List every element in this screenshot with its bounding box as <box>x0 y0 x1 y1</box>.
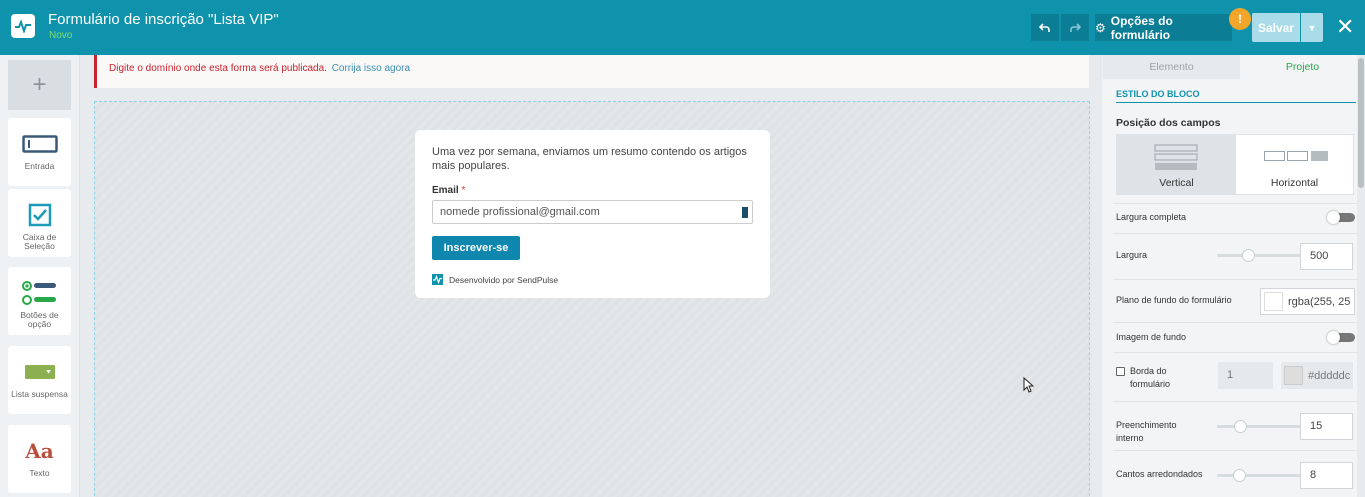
email-label[interactable]: Email * <box>432 185 753 196</box>
width-slider-handle[interactable] <box>1242 249 1255 262</box>
form-description[interactable]: Uma vez por semana, enviamos um resumo c… <box>432 146 753 173</box>
sidebar-item-checkbox[interactable]: Caixa de Seleção <box>8 189 71 257</box>
sidebar-item-label: Entrada <box>24 161 55 171</box>
form-options-label: Opções do formulário <box>1110 13 1173 42</box>
email-label-text: Email <box>432 185 459 196</box>
panel-tabs: Elemento Projeto <box>1103 55 1365 79</box>
panel-scrollbar[interactable] <box>1357 55 1365 497</box>
input-field-icon <box>21 132 58 156</box>
width-input[interactable]: 500 <box>1300 243 1353 270</box>
form-stage[interactable]: Uma vez por semana, enviamos um resumo c… <box>94 101 1090 497</box>
form-preview-card[interactable]: Uma vez por semana, enviamos um resumo c… <box>415 130 770 298</box>
color-swatch[interactable] <box>1264 292 1283 311</box>
redo-button[interactable] <box>1061 14 1089 41</box>
width-slider[interactable] <box>1217 249 1306 262</box>
form-bg-value: rgba(255, 25 <box>1288 295 1351 308</box>
dropdown-list-icon <box>24 360 55 384</box>
warning-icon[interactable]: ! <box>1229 8 1251 30</box>
divider <box>1113 203 1358 204</box>
border-color-input[interactable]: #dddddc <box>1281 362 1353 389</box>
full-width-toggle[interactable] <box>1327 211 1355 224</box>
save-button[interactable]: Salvar <box>1252 13 1300 42</box>
elements-sidebar: + Entrada Caixa de Seleção Botões de opç… <box>0 55 80 497</box>
position-selector: Vertical Horizontal <box>1116 134 1354 195</box>
horizontal-layout-icon <box>1264 151 1328 161</box>
position-horizontal-option[interactable]: Horizontal <box>1236 135 1353 194</box>
border-color-swatch[interactable] <box>1284 366 1303 385</box>
form-canvas: Digite o domínio onde esta forma será pu… <box>80 55 1102 497</box>
bg-image-toggle[interactable] <box>1327 331 1355 344</box>
sidebar-item-label: Lista suspensa <box>11 389 68 399</box>
vertical-layout-icon <box>1154 144 1198 170</box>
add-block-button[interactable]: + <box>8 60 71 110</box>
padding-label: Preenchimento interno <box>1116 420 1177 443</box>
position-vertical-option[interactable]: Vertical <box>1117 135 1236 194</box>
powered-by[interactable]: Desenvolvido por SendPulse <box>432 274 753 285</box>
design-panel: Elemento Projeto ESTILO DO BLOCO Posição… <box>1103 55 1365 497</box>
full-width-label: Largura completa <box>1116 212 1187 222</box>
form-options-button[interactable]: ⚙ Opções do formulário <box>1095 13 1232 42</box>
redo-icon <box>1070 22 1081 32</box>
divider <box>1113 450 1358 451</box>
border-label: Borda do formulário <box>1130 366 1171 389</box>
form-bg-color-input[interactable]: rgba(255, 25 <box>1260 288 1355 315</box>
divider <box>1113 279 1358 280</box>
divider <box>1113 233 1358 234</box>
page-title: Formulário de inscrição "Lista VIP" <box>48 11 279 28</box>
section-title: ESTILO DO BLOCO <box>1116 89 1356 103</box>
close-icon[interactable]: ✕ <box>1336 14 1354 40</box>
border-color-value: #dddddc <box>1308 369 1351 382</box>
sendpulse-mini-logo-icon <box>432 274 443 285</box>
required-mark: * <box>461 185 466 196</box>
autofill-icon <box>742 207 748 218</box>
border-checkbox[interactable] <box>1116 367 1125 376</box>
sidebar-item-input[interactable]: Entrada <box>8 118 71 186</box>
text-icon: Aa <box>25 439 54 463</box>
subscribe-button[interactable]: Inscrever-se <box>432 236 520 260</box>
radius-input[interactable]: 8 <box>1300 462 1353 489</box>
tab-project[interactable]: Projeto <box>1240 55 1365 79</box>
email-input[interactable]: nomede profissional@gmail.com <box>432 200 753 224</box>
horizontal-label: Horizontal <box>1270 177 1319 189</box>
vertical-label: Vertical <box>1159 177 1194 189</box>
checkbox-icon <box>28 203 52 227</box>
sidebar-item-radio[interactable]: Botões de opção <box>8 267 71 335</box>
form-bg-label: Plano de fundo do formulário <box>1116 295 1232 305</box>
undo-icon <box>1039 22 1050 32</box>
email-placeholder: nomede profissional@gmail.com <box>440 206 600 218</box>
mouse-cursor-icon <box>1023 377 1034 393</box>
radius-slider-handle[interactable] <box>1233 469 1246 482</box>
sidebar-item-label: Botões de opção <box>20 310 59 329</box>
divider <box>1113 322 1358 323</box>
width-label: Largura <box>1116 250 1148 260</box>
gear-icon: ⚙ <box>1095 20 1106 35</box>
padding-slider-handle[interactable] <box>1234 420 1247 433</box>
radio-buttons-icon <box>21 281 58 305</box>
domain-warning-banner: Digite o domínio onde esta forma será pu… <box>94 55 1089 88</box>
save-dropdown-button[interactable]: ▼ <box>1301 13 1323 42</box>
border-width-input[interactable]: 1 <box>1218 362 1273 389</box>
position-title: Posição dos campos <box>1116 117 1221 129</box>
sidebar-item-label: Caixa de Seleção <box>22 232 57 251</box>
tab-element[interactable]: Elemento <box>1103 55 1240 79</box>
warning-message: Digite o domínio onde esta forma será pu… <box>109 63 327 74</box>
powered-by-text: Desenvolvido por SendPulse <box>449 274 559 285</box>
divider <box>1113 401 1358 402</box>
chevron-down-icon: ▼ <box>1307 22 1317 33</box>
padding-slider[interactable] <box>1217 420 1306 433</box>
scrollbar-thumb[interactable] <box>1358 58 1364 188</box>
radius-label: Cantos arredondados <box>1116 469 1203 479</box>
undo-button[interactable] <box>1031 14 1059 41</box>
bg-image-label: Imagem de fundo <box>1116 332 1187 342</box>
sidebar-item-label: Texto <box>29 468 50 478</box>
top-bar: Formulário de inscrição "Lista VIP" Novo… <box>0 0 1365 55</box>
padding-input[interactable]: 15 <box>1300 413 1353 440</box>
status-label: Novo <box>49 30 73 41</box>
radius-slider[interactable] <box>1217 469 1306 482</box>
fix-now-link[interactable]: Corrija isso agora <box>332 63 410 74</box>
sendpulse-logo-icon[interactable] <box>11 14 35 38</box>
sidebar-item-dropdown[interactable]: Lista suspensa <box>8 346 71 414</box>
sidebar-item-text[interactable]: Aa Texto <box>8 425 71 493</box>
divider <box>1113 352 1358 353</box>
